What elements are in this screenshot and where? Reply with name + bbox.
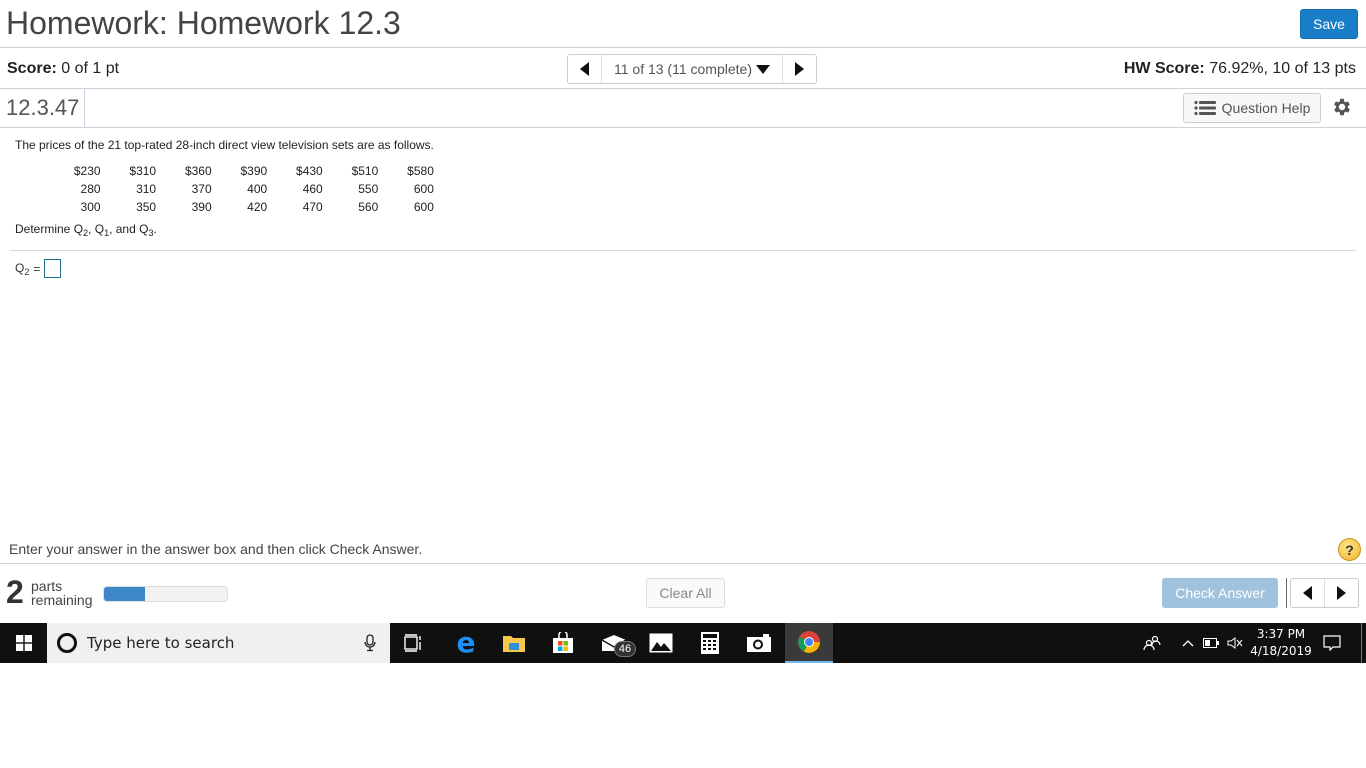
price-cell: 310 [136,182,157,196]
arrow-right-icon [795,62,804,76]
equals-sign: = [33,261,41,276]
arrow-right-icon [1337,586,1346,600]
show-desktop-button[interactable] [1361,623,1362,663]
people-icon[interactable] [1140,623,1164,663]
clock-time: 3:37 PM [1256,627,1306,641]
previous-part-button[interactable] [1291,579,1325,607]
previous-question-button[interactable] [568,55,602,83]
price-cell: 600 [413,182,434,196]
question-intro: The prices of the 21 top-rated 28-inch d… [15,138,434,152]
part-pager [1290,578,1359,608]
page-title: Homework: Homework 12.3 [6,5,401,41]
price-cell: 390 [191,200,212,214]
price-table: $230 $310 $360 $390 $430 $510 $580 280 310 370 400… [45,162,434,216]
price-row: $230 $310 $360 $390 $430 $510 $580 [45,162,434,180]
help-icon[interactable]: ? [1338,538,1361,561]
camera-icon[interactable] [735,623,783,663]
hw-score: HW Score: 76.92%, 10 of 13 pts [1124,60,1356,78]
question-select-dropdown[interactable]: 11 of 13 (11 complete) [602,55,782,83]
windows-logo-icon [15,635,32,651]
cortana-icon [57,633,77,653]
next-part-button[interactable] [1325,579,1358,607]
price-cell: $360 [184,164,212,178]
list-icon [1194,100,1216,116]
parts-progress-bar [103,586,228,602]
price-row: 280 310 370 400 460 550 600 [45,180,434,198]
system-clock[interactable]: 3:37 PM 4/18/2019 [1246,626,1316,660]
price-cell: 560 [358,200,379,214]
price-cell: $430 [296,164,323,178]
price-cell: 550 [358,182,379,196]
score-bar: Score: 0 of 1 pt 11 of 13 (11 complete) … [0,49,1366,89]
caret-down-icon [756,64,770,74]
button-separator [1286,578,1287,608]
price-row: 300 350 390 420 470 560 600 [45,198,434,216]
question-number: 12.3.47 [0,89,85,127]
gear-icon[interactable] [1331,96,1353,118]
clear-all-button[interactable]: Clear All [646,578,725,608]
footer-divider [0,563,1366,564]
price-cell: $310 [129,164,157,178]
price-cell: 460 [302,182,323,196]
question-navigator: 11 of 13 (11 complete) [567,54,817,84]
price-cell: $510 [351,164,379,178]
question-position: 11 of 13 (11 complete) [613,61,752,77]
price-cell: $390 [240,164,268,178]
title-bar: Homework: Homework 12.3 Save [0,0,1366,48]
file-explorer-icon[interactable] [490,623,538,663]
task-view-icon[interactable] [390,623,438,663]
question-bar: 12.3.47 Question Help [0,89,1366,128]
question-content: The prices of the 21 top-rated 28-inch d… [15,138,434,238]
price-cell: $580 [407,164,434,178]
price-cell: $230 [73,164,101,178]
price-cell: 370 [191,182,212,196]
volume-muted-icon[interactable] [1225,623,1245,663]
photos-icon[interactable] [637,623,685,663]
hw-score-label: HW Score: [1123,60,1205,77]
arrow-left-icon [580,62,589,76]
price-cell: 470 [302,200,323,214]
question-score: Score: 0 of 1 pt [7,60,119,78]
mail-badge: 46 [614,641,636,657]
taskbar-search[interactable]: Type here to search [47,623,390,663]
answer-row: Q2 = [15,259,62,278]
calculator-icon[interactable] [686,623,734,663]
battery-icon[interactable] [1202,623,1220,663]
q2-answer-input[interactable] [44,259,62,278]
arrow-left-icon [1303,586,1312,600]
question-help-button[interactable]: Question Help [1183,93,1321,123]
show-hidden-icons-chevron-icon[interactable] [1180,623,1196,663]
edge-browser-icon[interactable]: e [442,623,490,663]
search-placeholder: Type here to search [87,634,235,652]
score-label: Score: [7,60,57,77]
price-cell: 420 [247,200,268,214]
save-button[interactable]: Save [1300,9,1358,39]
price-cell: 280 [80,182,101,196]
microsoft-store-icon[interactable] [539,623,587,663]
next-question-button[interactable] [782,55,816,83]
score-value: 0 of 1 pt [61,60,120,77]
check-answer-button[interactable]: Check Answer [1162,578,1278,608]
parts-remaining-label: parts remaining [31,578,93,608]
clock-date: 4/18/2019 [1250,644,1312,658]
divider [10,250,1356,251]
chrome-icon[interactable] [785,623,833,663]
mail-icon[interactable]: 46 [590,623,638,663]
answer-label: Q2 [15,260,30,277]
windows-taskbar: Type here to search e 46 3:37 PM 4/18/20… [0,623,1366,663]
price-cell: 600 [413,200,434,214]
action-center-icon[interactable] [1320,623,1344,663]
hw-score-value: 76.92%, 10 of 13 pts [1209,60,1356,77]
price-cell: 400 [247,182,268,196]
parts-remaining-count: 2 [6,574,24,610]
microphone-icon[interactable] [364,634,376,652]
price-cell: 350 [136,200,157,214]
progress-fill [104,587,145,601]
question-prompt: Determine Q2, Q1, and Q3. [15,222,157,238]
start-button[interactable] [0,623,47,663]
price-cell: 300 [80,200,101,214]
instruction-text: Enter your answer in the answer box and … [9,541,423,557]
question-help-label: Question Help [1221,100,1311,116]
